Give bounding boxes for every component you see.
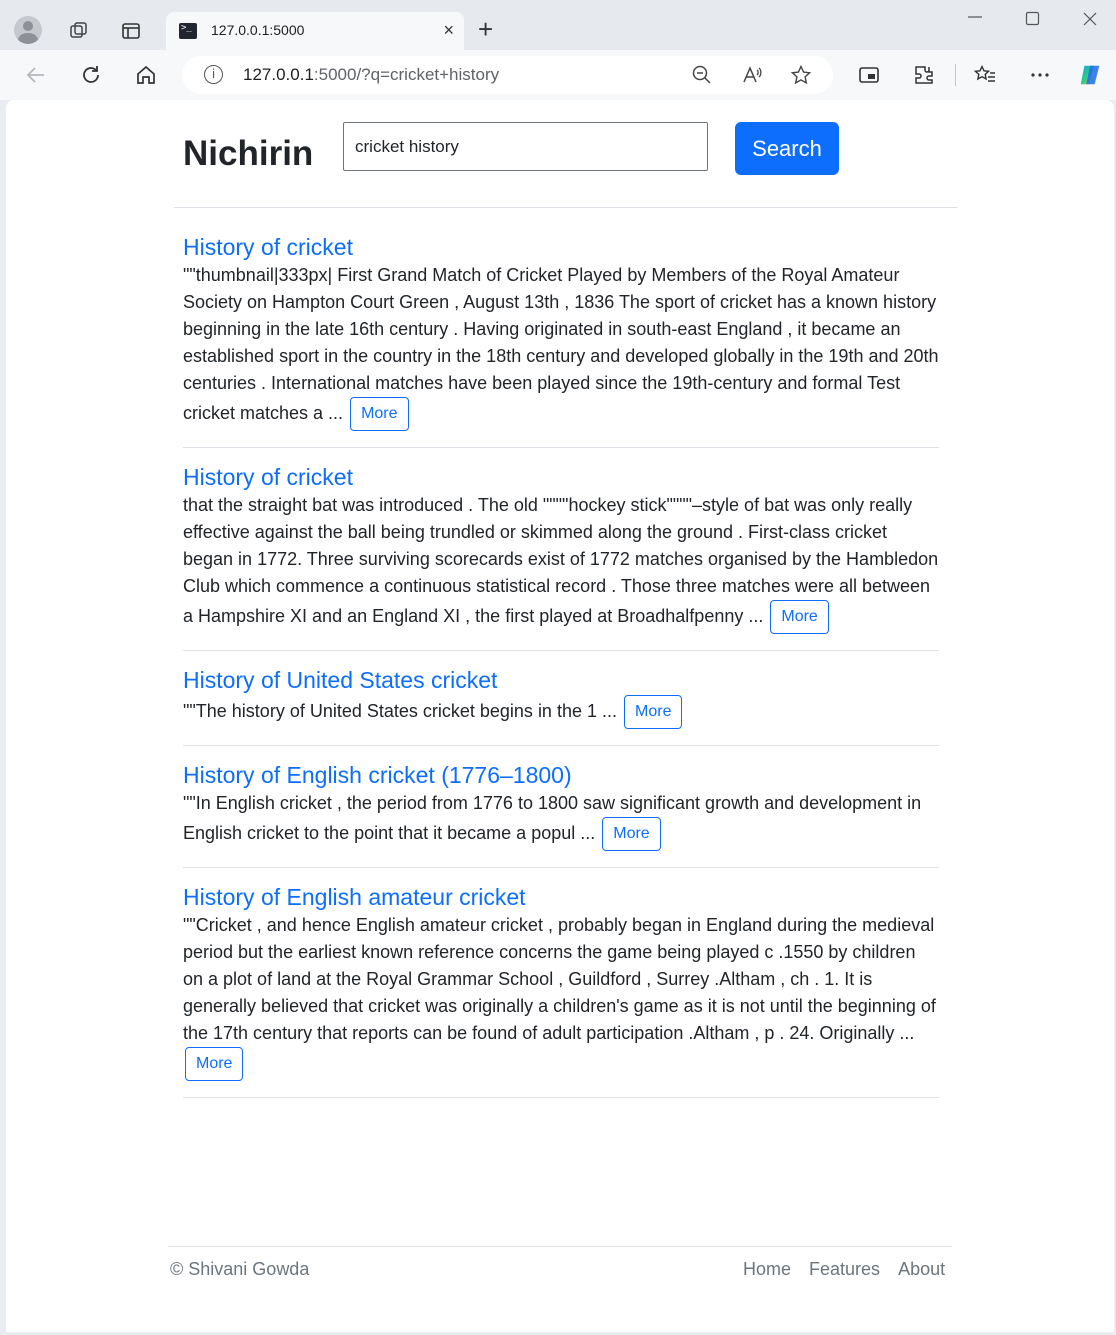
footer-link-features[interactable]: Features [809, 1259, 880, 1279]
favorites-icon[interactable] [972, 62, 998, 88]
toolbar-separator [955, 64, 956, 86]
footer-copyright: © Shivani Gowda [170, 1259, 310, 1279]
address-bar[interactable]: i 127.0.0.1:5000/?q=cricket+history [182, 56, 833, 94]
site-info-icon[interactable]: i [204, 65, 223, 84]
profile-avatar-icon[interactable] [14, 16, 42, 44]
result-title-link[interactable]: History of United States cricket [183, 665, 939, 695]
close-window-icon[interactable] [1082, 11, 1098, 32]
more-button[interactable]: More [185, 1047, 244, 1081]
footer-link-about[interactable]: About [898, 1259, 945, 1279]
footer-nav: Home Features About [743, 1259, 963, 1280]
browser-tab-bar: 127.0.0.1:5000 × + [0, 0, 1116, 50]
header-divider [174, 207, 958, 208]
more-menu-icon[interactable] [1027, 62, 1053, 88]
picture-in-picture-icon[interactable] [856, 62, 882, 88]
maximize-icon[interactable] [1025, 11, 1041, 32]
copilot-icon[interactable] [1077, 62, 1103, 88]
new-tab-icon[interactable]: + [478, 14, 493, 45]
extensions-icon[interactable] [911, 62, 937, 88]
result-title-link[interactable]: History of English cricket (1776–1800) [183, 760, 939, 790]
result-snippet: ""thumbnail|333px| First Grand Match of … [183, 262, 939, 431]
result-snippet: ""The history of United States cricket b… [183, 695, 939, 729]
brand-logo-text[interactable]: Nichirin [183, 134, 313, 174]
result-item: History of cricket ""thumbnail|333px| Fi… [183, 232, 939, 448]
more-button[interactable]: More [602, 817, 661, 851]
workspaces-icon[interactable] [66, 18, 92, 44]
result-snippet: ""Cricket , and hence English amateur cr… [183, 912, 939, 1081]
back-icon[interactable] [22, 61, 50, 89]
search-button[interactable]: Search [735, 122, 839, 175]
result-item: History of cricket that the straight bat… [183, 462, 939, 651]
footer-divider [168, 1246, 952, 1247]
more-button[interactable]: More [770, 600, 829, 634]
search-input[interactable] [343, 122, 708, 171]
more-button[interactable]: More [350, 397, 409, 431]
result-snippet: ""In English cricket , the period from 1… [183, 790, 939, 851]
result-title-link[interactable]: History of cricket [183, 232, 939, 262]
more-button[interactable]: More [624, 695, 683, 729]
result-title-link[interactable]: History of English amateur cricket [183, 882, 939, 912]
tab-actions-icon[interactable] [118, 18, 144, 44]
result-title-link[interactable]: History of cricket [183, 462, 939, 492]
zoom-out-icon[interactable] [691, 64, 713, 86]
minimize-icon[interactable] [966, 6, 984, 29]
results-list: History of cricket ""thumbnail|333px| Fi… [183, 232, 939, 1112]
tab-title: 127.0.0.1:5000 [211, 22, 305, 38]
page-viewport: Nichirin Search History of cricket ""thu… [6, 100, 1114, 1332]
read-aloud-icon[interactable] [741, 64, 763, 86]
result-item: History of English cricket (1776–1800) "… [183, 760, 939, 868]
tab-close-icon[interactable]: × [443, 20, 454, 41]
refresh-icon[interactable] [77, 61, 105, 89]
browser-toolbar: i 127.0.0.1:5000/?q=cricket+history [0, 50, 1116, 100]
home-icon[interactable] [132, 61, 160, 89]
favorite-star-icon[interactable] [790, 64, 812, 86]
browser-tab[interactable]: 127.0.0.1:5000 × [166, 12, 464, 50]
result-snippet: that the straight bat was introduced . T… [183, 492, 939, 634]
result-item: History of United States cricket ""The h… [183, 665, 939, 746]
result-item: History of English amateur cricket ""Cri… [183, 882, 939, 1098]
url-text[interactable]: 127.0.0.1:5000/?q=cricket+history [243, 65, 499, 85]
terminal-favicon-icon [179, 23, 197, 39]
footer-link-home[interactable]: Home [743, 1259, 791, 1279]
